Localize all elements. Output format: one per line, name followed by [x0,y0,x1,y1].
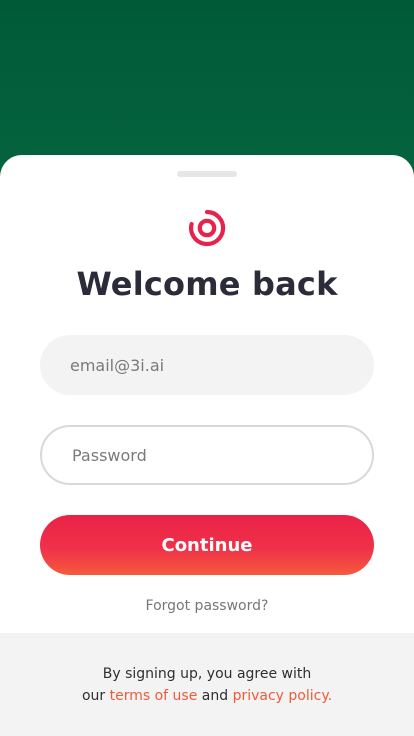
terms-line-1: By signing up, you agree with [102,666,312,682]
login-screen: Welcome back Continue Forgot password? B… [0,0,414,736]
terms-text: By signing up, you agree with our terms … [0,663,414,707]
continue-button[interactable]: Continue [40,515,374,575]
login-sheet: Welcome back Continue Forgot password? B… [0,155,414,736]
sheet-drag-handle[interactable] [177,171,237,177]
terms-and: and [201,688,229,704]
terms-of-use-link[interactable]: terms of use [110,688,198,704]
terms-prefix: our [81,688,106,704]
swirl-logo-icon [189,209,226,247]
forgot-password-link[interactable]: Forgot password? [0,598,414,614]
page-title: Welcome back [76,265,338,303]
email-field[interactable] [40,335,374,395]
password-field[interactable] [40,425,374,485]
terms-footer: By signing up, you agree with our terms … [0,633,414,736]
privacy-policy-link[interactable]: privacy policy. [233,688,333,704]
